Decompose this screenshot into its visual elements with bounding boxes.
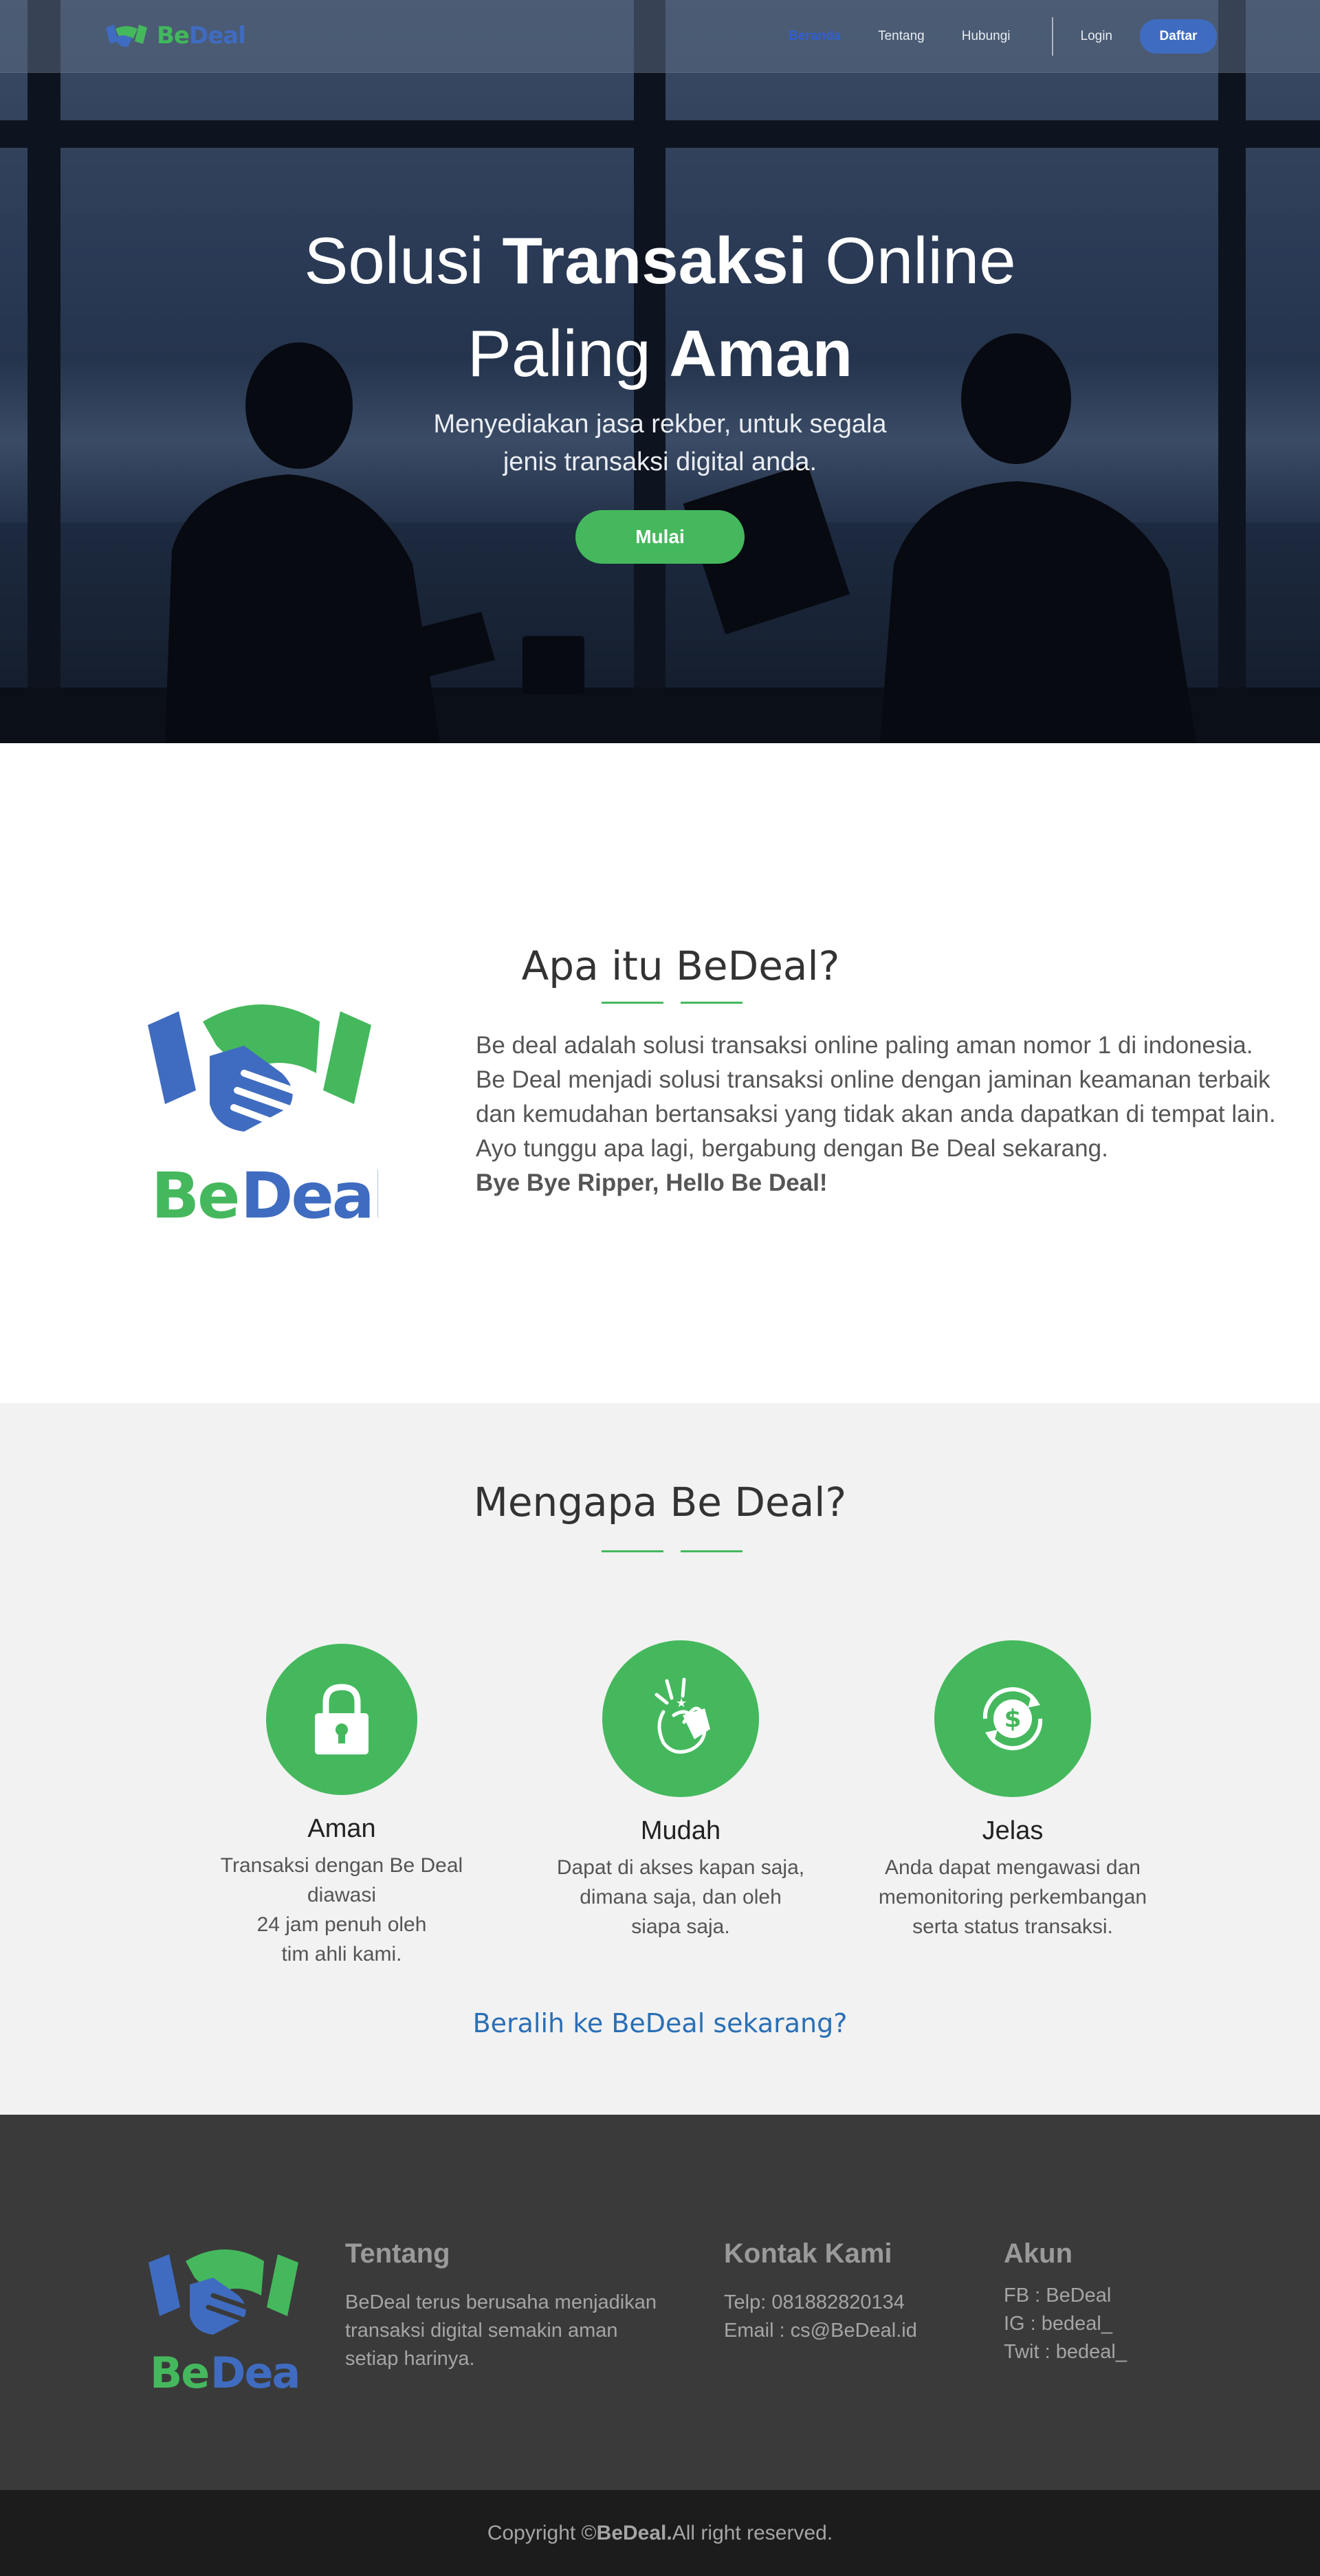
hero-title-text: Solusi <box>304 224 503 298</box>
navbar: BeDeal Beranda Tentang Hubungi Login Daf… <box>0 0 1320 73</box>
feature-icon-circle: $ <box>934 1640 1091 1797</box>
hero-subtitle-line: jenis transaksi digital anda. <box>503 448 817 476</box>
feature-jelas: $ Jelas Anda dapat mengawasi dan memonit… <box>861 1640 1164 1941</box>
finger-snap-icon: ★ <box>654 1677 710 1754</box>
svg-text:$: $ <box>1004 1705 1021 1733</box>
about-tagline: Bye Bye Ripper, Hello Be Deal! <box>476 1169 828 1196</box>
about-description: Be deal adalah solusi transaksi online p… <box>476 1028 1287 1200</box>
handshake-icon <box>106 25 147 47</box>
nav-item-tentang[interactable]: Tentang <box>878 29 925 44</box>
nav-logo[interactable]: BeDeal <box>103 21 246 51</box>
footer-contact-title: Kontak Kami <box>724 2238 892 2269</box>
footer-about: Tentang BeDeal terus berusaha menjadikan… <box>345 2238 675 2373</box>
feature-title: Mudah <box>640 1816 721 1845</box>
login-link[interactable]: Login <box>1081 29 1113 44</box>
copyright-brand: BeDeal. <box>596 2521 672 2544</box>
feature-mudah: ★ Mudah Dapat di akses kapan saja, diman… <box>529 1640 832 1941</box>
logo-text-be: Be <box>157 22 190 49</box>
copyright-suffix: All right reserved. <box>672 2521 833 2544</box>
svg-text:Be: Be <box>151 1159 239 1231</box>
hero-title: Solusi Transaksi Online Paling Aman <box>0 214 1320 400</box>
footer-contact-text: Telp: 081882820134 Email : cs@BeDeal.id <box>724 2291 917 2342</box>
about-line: Be Deal menjadi solusi transaksi online … <box>476 1066 1270 1093</box>
start-button[interactable]: Mulai <box>575 510 745 564</box>
svg-text:Be: Be <box>150 2348 208 2397</box>
hero-title-text: Paling <box>467 317 670 390</box>
nav-divider <box>1051 17 1053 56</box>
about-section: Be Deal Apa itu BeDeal? Be deal adalah s… <box>0 743 1320 1403</box>
copyright-bar: Copyright © BeDeal. All right reserved. <box>0 2490 1320 2576</box>
title-underline <box>681 1550 742 1552</box>
feature-title: Aman <box>307 1814 376 1843</box>
lock-icon <box>315 1684 368 1754</box>
title-underline <box>602 1002 663 1004</box>
svg-text:Deal: Deal <box>210 2348 302 2397</box>
switch-cta-link[interactable]: Beralih ke BeDeal sekarang? <box>0 2008 1320 2038</box>
hero-title-emphasis: Transaksi <box>502 224 807 298</box>
footer: Be Deal Tentang BeDeal terus berusaha me… <box>0 2115 1320 2490</box>
hero-section: BeDeal Beranda Tentang Hubungi Login Daf… <box>0 0 1320 743</box>
hero-subtitle-line: Menyediakan jasa rekber, untuk segala <box>433 410 887 439</box>
logo-text-deal: Deal <box>188 22 246 49</box>
feature-aman: Aman Transaksi dengan Be Deal diawasi 24… <box>190 1644 493 1969</box>
nav-item-hubungi[interactable]: Hubungi <box>962 29 1011 44</box>
footer-contact: Kontak Kami Telp: 081882820134 Email : c… <box>724 2238 999 2345</box>
title-underline <box>681 1002 742 1004</box>
footer-about-title: Tentang <box>345 2238 450 2269</box>
why-title: Mengapa Be Deal? <box>473 1479 847 1526</box>
nav-menu: Beranda Tentang Hubungi Login Daftar <box>751 17 1217 56</box>
hero-subtitle: Menyediakan jasa rekber, untuk segala je… <box>0 406 1320 481</box>
feature-icon-circle <box>266 1644 417 1795</box>
feature-text: Dapat di akses kapan saja, dimana saja, … <box>556 1856 805 1938</box>
bedeal-logo: Be Deal <box>148 1004 378 1231</box>
feature-text: Transaksi dengan Be Deal diawasi 24 jam … <box>220 1854 463 1966</box>
about-line: Be deal adalah solusi transaksi online p… <box>476 1032 1253 1059</box>
about-line: dan kemudahan bertansaksi yang tidak aka… <box>476 1101 1276 1127</box>
footer-account: Akun FB : BeDeal IG : bedeal_ Twit : bed… <box>1004 2238 1210 2366</box>
signup-button[interactable]: Daftar <box>1140 19 1217 54</box>
copyright-prefix: Copyright © <box>487 2521 597 2544</box>
about-line: Ayo tunggu apa lagi, bergabung dengan Be… <box>476 1135 1108 1162</box>
feature-icon-circle: ★ <box>602 1640 759 1797</box>
footer-logo: Be Deal <box>148 2249 302 2397</box>
nav-item-beranda[interactable]: Beranda <box>789 29 841 44</box>
about-title: Apa itu BeDeal? <box>521 943 840 989</box>
hero-title-text: Online <box>806 224 1016 298</box>
why-section: Mengapa Be Deal? Aman Transaksi dengan B… <box>0 1403 1320 2115</box>
svg-text:Deal: Deal <box>241 1159 378 1231</box>
footer-about-text: BeDeal terus berusaha menjadikan transak… <box>345 2291 657 2370</box>
title-underline <box>602 1550 663 1552</box>
footer-account-text: FB : BeDeal IG : bedeal_ Twit : bedeal_ <box>1004 2285 1127 2363</box>
feature-text: Anda dapat mengawasi dan memonitoring pe… <box>878 1856 1147 1938</box>
svg-text:★: ★ <box>676 1696 687 1710</box>
dollar-cycle-icon: $ <box>982 1687 1043 1750</box>
hero-title-emphasis: Aman <box>669 317 853 390</box>
feature-title: Jelas <box>982 1816 1044 1845</box>
footer-account-title: Akun <box>1004 2238 1072 2269</box>
